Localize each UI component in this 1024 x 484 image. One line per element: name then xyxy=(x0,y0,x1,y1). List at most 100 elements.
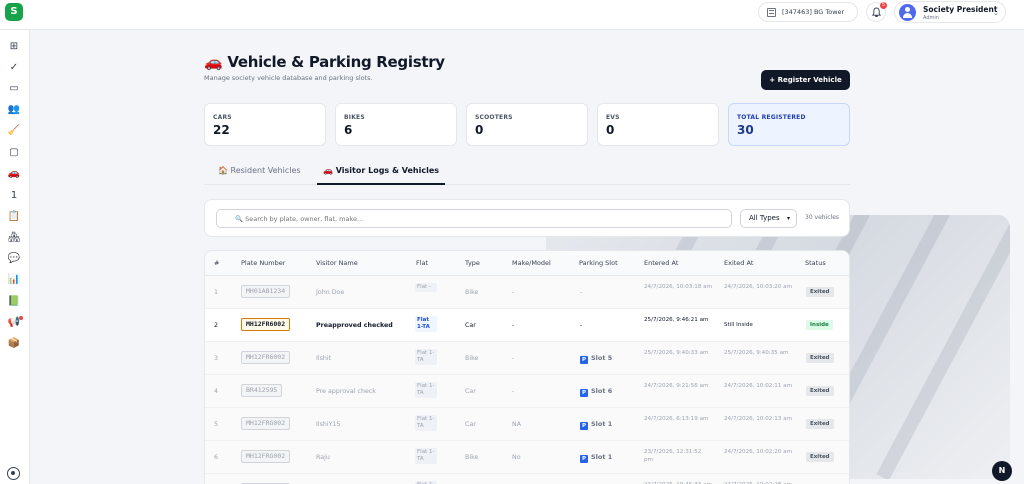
make-model: - xyxy=(512,388,515,395)
stat-card-total-registered: TOTAL REGISTERED 30 xyxy=(728,103,850,146)
stat-label: BIKES xyxy=(344,114,365,121)
table-row[interactable]: 1 MH01AB1234 John Doe Flat - Bike - - 24/7/2026… xyxy=(205,276,849,309)
slot-cell: - xyxy=(580,322,583,329)
app-logo[interactable]: S xyxy=(5,3,23,21)
user-name: Society President xyxy=(923,5,998,14)
broom-icon[interactable]: 🧹 xyxy=(7,124,21,138)
package-icon[interactable]: 📦 xyxy=(7,337,21,351)
visitor-name: Raju xyxy=(316,454,330,461)
society-label: [347463] BG Tower xyxy=(782,8,845,16)
column-header: Entered At xyxy=(644,259,679,267)
slot-cell: P Slot 1 xyxy=(580,453,612,463)
vehicle-type: Bike xyxy=(465,454,479,461)
stat-value: 0 xyxy=(606,123,615,137)
tab-visitor-logs[interactable]: 🚗 Visitor Logs & Vehicles xyxy=(317,160,446,185)
parking-icon: P xyxy=(580,422,588,430)
table-row[interactable]: 5 MH12FRG002 IlshiY15 Flat 1-TA Car NA P Slot 1… xyxy=(205,408,849,441)
visitor-name: Pre approval check xyxy=(316,388,376,395)
table-row[interactable]: 7MH12AB1234Sanay5Flat 1-TACarCheck2PSlot… xyxy=(205,474,849,484)
row-number: 6 xyxy=(214,454,219,461)
settings-gear-icon[interactable] xyxy=(7,467,20,480)
row-number: 3 xyxy=(214,355,219,362)
window-icon[interactable]: ▢ xyxy=(7,146,21,160)
exited-at: 24/7/2026, 10:02:20 am xyxy=(724,449,793,455)
table-row[interactable]: 6 MH12FRG002 Raju Flat 1-TA Bike No P Slot 1 23/… xyxy=(205,441,849,474)
row-number: 5 xyxy=(214,421,219,428)
tab-resident-vehicles[interactable]: 🏠 Resident Vehicles xyxy=(212,160,307,185)
chevron-down-icon: ⌄ xyxy=(993,9,999,17)
dashboard-icon[interactable]: ⊞ xyxy=(7,40,21,54)
user-menu[interactable]: Society President Admin ⌄ xyxy=(894,1,1006,23)
table-row[interactable]: 4 BR412595 Pre approval check Flat 1-TA Car -… xyxy=(205,375,849,408)
search-box[interactable] xyxy=(216,209,732,228)
slot-label: Slot 5 xyxy=(591,354,613,362)
spreadsheet-icon[interactable]: 📗 xyxy=(7,295,21,309)
car-emoji-icon: 🚗 xyxy=(204,53,223,71)
building-icon[interactable]: 🏘 xyxy=(7,231,21,245)
user-role: Admin xyxy=(923,15,939,21)
stat-value: 6 xyxy=(344,123,353,137)
id-card-icon[interactable]: ▭ xyxy=(7,82,21,96)
checkmark-icon[interactable]: ✓ xyxy=(7,61,21,75)
register-vehicle-button[interactable]: + Register Vehicle xyxy=(761,70,850,90)
plate-number: MH12FR6002 xyxy=(241,351,291,364)
vehicle-count: 30 vehicles xyxy=(805,214,840,221)
clipboard-icon[interactable]: 📋 xyxy=(7,210,21,224)
status-badge: Inside xyxy=(806,320,833,330)
visitor-name: Ilshit xyxy=(316,355,332,362)
table-row[interactable]: 2 MH12FR6002 Preapproved checked Flat 1-TA C… xyxy=(205,309,849,342)
make-model: NA xyxy=(512,421,522,428)
table-row[interactable]: 3 MH12FR6002 Ilshit Flat 1-TA Bike - P Slot 5 25… xyxy=(205,342,849,375)
number-one-icon[interactable]: 1 xyxy=(7,189,21,203)
status-badge: Exited xyxy=(806,287,834,297)
users-icon[interactable]: 👥 xyxy=(7,103,21,117)
table-header: # Plate Number Visitor Name Flat Type Ma… xyxy=(205,251,849,276)
row-number: 2 xyxy=(214,322,219,329)
page-subtitle: Manage society vehicle database and park… xyxy=(204,74,373,82)
stat-label: CARS xyxy=(213,114,232,121)
vehicle-type: Car xyxy=(465,421,476,428)
vehicle-type: Car xyxy=(465,322,476,329)
building-icon xyxy=(767,7,776,17)
column-header: Exited At xyxy=(724,259,754,267)
slot-cell: P Slot 5 xyxy=(580,354,612,364)
stat-card-evs: EVS 0 xyxy=(597,103,719,146)
visitor-name: John Doe xyxy=(316,289,345,296)
column-header: Status xyxy=(805,259,826,267)
plate-number: MH12FRG002 xyxy=(241,417,291,430)
type-filter-value: All Types xyxy=(749,214,780,222)
page-title: 🚗 Vehicle & Parking Registry xyxy=(204,53,445,71)
column-header: Parking Slot xyxy=(579,259,618,267)
slot-label: Slot 6 xyxy=(591,387,613,395)
status-badge: Exited xyxy=(806,452,834,462)
slot-cell: - xyxy=(580,289,583,296)
stat-card-bikes: BIKES 6 xyxy=(335,103,457,146)
entered-at: 24/7/2026, 6:13:19 am xyxy=(644,416,709,422)
plate-number: MH01AB1234 xyxy=(241,285,291,298)
stat-value: 0 xyxy=(475,123,484,137)
slot-cell: P Slot 6 xyxy=(580,387,612,397)
visitor-name: Preapproved checked xyxy=(316,322,393,329)
chat-icon[interactable]: 💬 xyxy=(7,252,21,266)
stat-label: TOTAL REGISTERED xyxy=(737,114,806,121)
stat-card-scooters: SCOOTERS 0 xyxy=(466,103,588,146)
make-model: - xyxy=(512,322,515,329)
society-selector[interactable]: [347463] BG Tower xyxy=(758,2,858,22)
notifications-button[interactable]: 5 xyxy=(866,2,887,22)
type-filter-select[interactable]: All Types ▾ xyxy=(740,209,797,228)
slot-cell: P Slot 1 xyxy=(580,420,612,430)
entered-at: 23/7/2026, 12:31:52 pm xyxy=(644,449,702,463)
column-header: Plate Number xyxy=(241,259,286,267)
floating-help-button[interactable]: N xyxy=(992,461,1012,481)
page-title-text: Vehicle & Parking Registry xyxy=(227,53,445,71)
bar-chart-icon[interactable]: 📊 xyxy=(7,273,21,287)
make-model: - xyxy=(512,355,515,362)
car-icon[interactable]: 🚗 xyxy=(7,167,21,181)
column-header: Make/Model xyxy=(512,259,551,267)
make-model: - xyxy=(512,289,515,296)
exited-at: 24/7/2026, 10:02:11 am xyxy=(724,383,793,389)
status-badge: Exited xyxy=(806,386,834,396)
vehicle-type: Bike xyxy=(465,289,479,296)
flat-badge: Flat 1-TA xyxy=(415,415,437,431)
search-input[interactable] xyxy=(235,212,725,226)
